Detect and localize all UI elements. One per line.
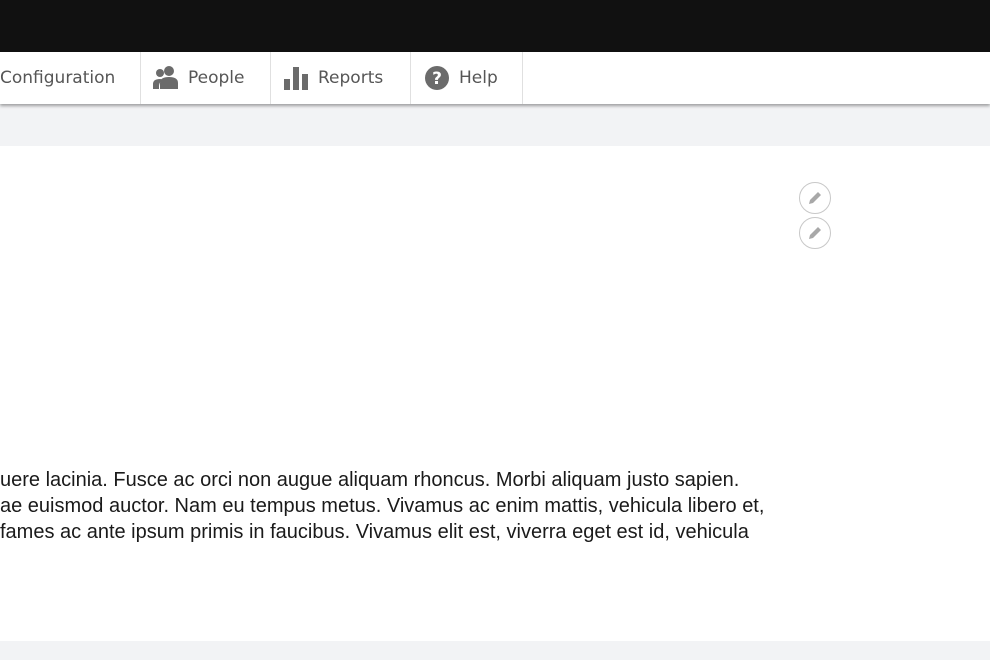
contextual-edit-button[interactable] bbox=[799, 217, 831, 249]
footer-band bbox=[0, 641, 990, 660]
toolbar-item-label: Configuration bbox=[0, 68, 116, 88]
pencil-icon bbox=[809, 226, 822, 239]
svg-text:?: ? bbox=[432, 69, 442, 89]
body-paragraph: uere lacinia. Fusce ac orci non augue al… bbox=[0, 467, 990, 545]
paragraph-line: ae euismod auctor. Nam eu tempus metus. … bbox=[0, 495, 765, 517]
admin-top-bar bbox=[0, 0, 990, 52]
help-icon: ? bbox=[423, 64, 451, 92]
paragraph-line: uere lacinia. Fusce ac orci non augue al… bbox=[0, 469, 740, 491]
page-header-band bbox=[0, 104, 990, 146]
toolbar-item-reports[interactable]: Reports bbox=[271, 52, 411, 104]
contextual-edit-button[interactable] bbox=[799, 182, 831, 214]
admin-toolbar-tray: Configuration People Reports ? Help bbox=[0, 52, 990, 104]
main-content bbox=[0, 146, 990, 641]
toolbar-item-label: People bbox=[188, 68, 245, 88]
people-icon bbox=[152, 64, 180, 92]
toolbar-item-label: Help bbox=[459, 68, 498, 88]
pencil-icon bbox=[809, 191, 822, 204]
toolbar-item-configuration[interactable]: Configuration bbox=[0, 52, 141, 104]
toolbar-item-people[interactable]: People bbox=[141, 52, 271, 104]
paragraph-line: fames ac ante ipsum primis in faucibus. … bbox=[0, 521, 749, 543]
bar-chart-icon bbox=[282, 64, 310, 92]
toolbar-item-label: Reports bbox=[318, 68, 384, 88]
toolbar-item-help[interactable]: ? Help bbox=[411, 52, 523, 104]
